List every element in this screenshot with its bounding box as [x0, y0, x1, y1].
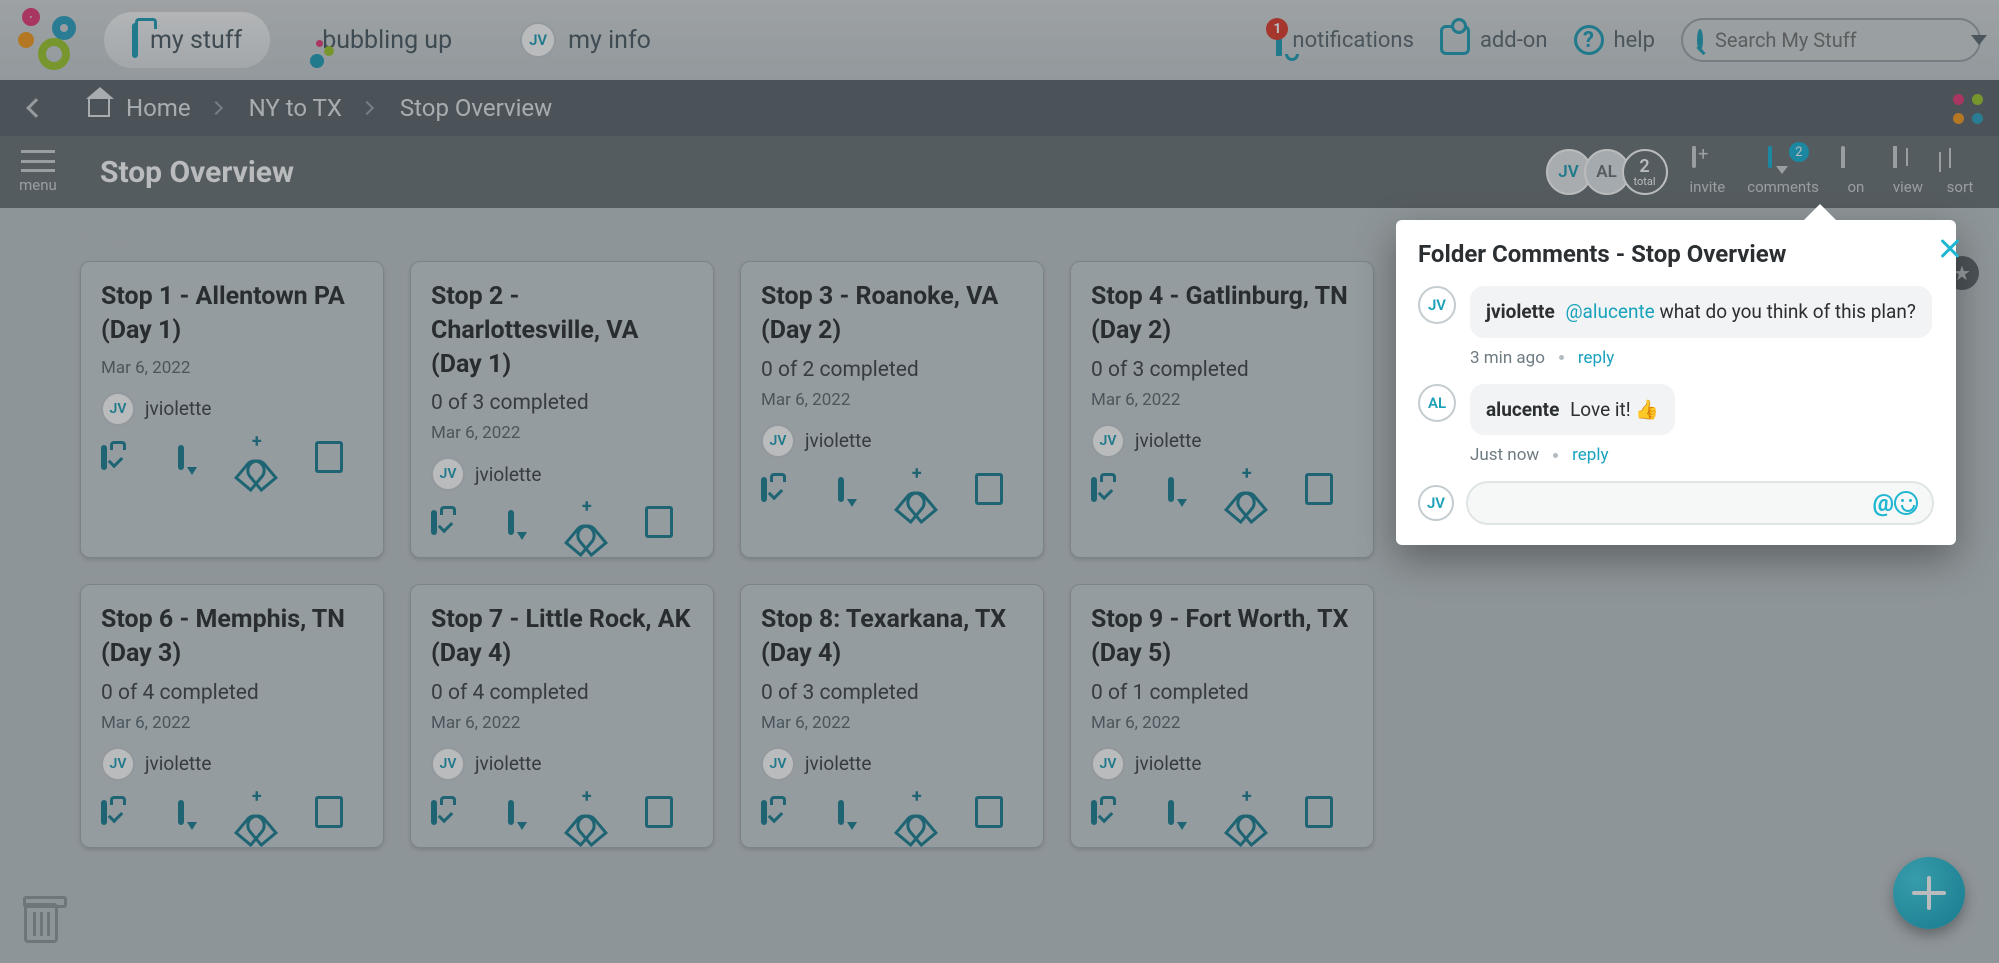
- reply-link[interactable]: reply: [1578, 348, 1614, 368]
- comment-bubble: jviolette @alucente what do you think of…: [1470, 286, 1932, 338]
- comment-avatar: AL: [1418, 384, 1456, 422]
- comment-time: Just now: [1470, 445, 1539, 465]
- comments-popup: Folder Comments - Stop Overview JV jviol…: [1396, 220, 1956, 545]
- comment-meta: Just now reply: [1470, 445, 1934, 465]
- comment-row: JV jviolette @alucente what do you think…: [1418, 286, 1934, 338]
- popup-title: Folder Comments - Stop Overview: [1418, 240, 1934, 268]
- compose-avatar: JV: [1418, 485, 1454, 521]
- comment-text: Love it! 👍: [1570, 398, 1659, 421]
- mention-button[interactable]: @: [1872, 489, 1894, 517]
- comment-avatar: JV: [1418, 286, 1456, 324]
- comment-user: jviolette: [1486, 300, 1555, 323]
- compose-row: JV @: [1418, 481, 1934, 525]
- comment-user: alucente: [1486, 398, 1559, 421]
- emoji-button[interactable]: [1894, 491, 1918, 515]
- reply-link[interactable]: reply: [1572, 445, 1608, 465]
- compose-input[interactable]: [1482, 492, 1872, 515]
- comment-text: what do you think of this plan?: [1659, 300, 1915, 323]
- comment-mention[interactable]: @alucente: [1565, 300, 1654, 323]
- comment-row: AL alucente Love it! 👍: [1418, 384, 1934, 436]
- comment-bubble: alucente Love it! 👍: [1470, 384, 1675, 436]
- comment-meta: 3 min ago reply: [1470, 348, 1934, 368]
- compose-field[interactable]: @: [1466, 481, 1934, 525]
- comment-time: 3 min ago: [1470, 348, 1545, 368]
